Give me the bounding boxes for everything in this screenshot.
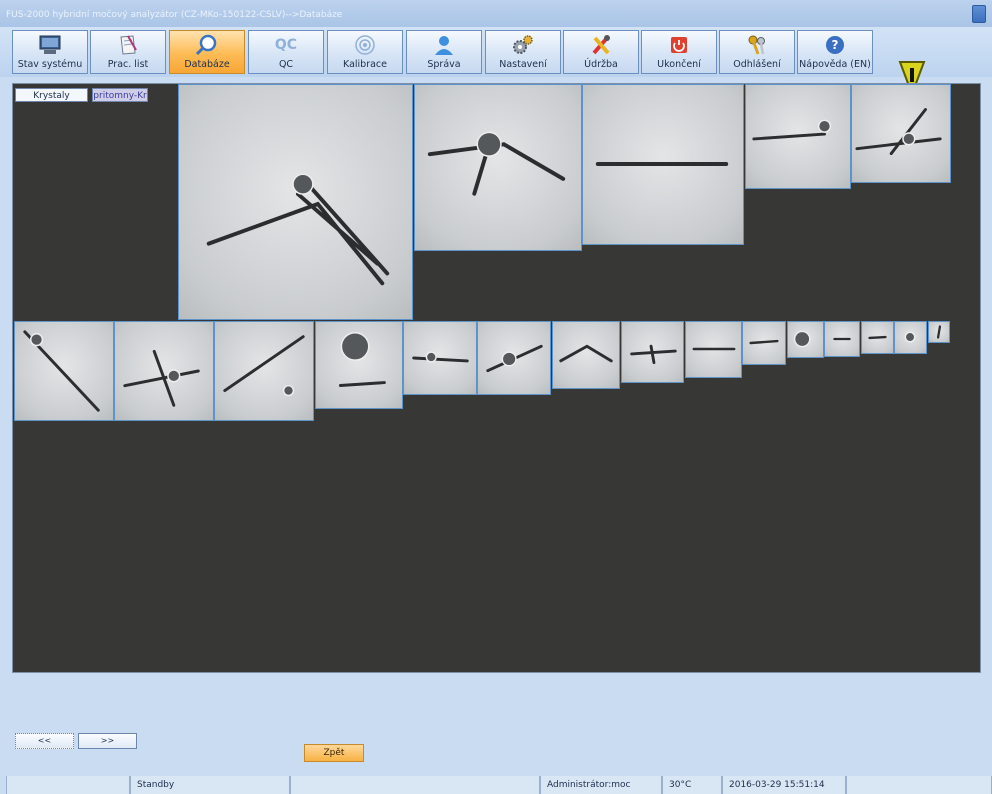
crystal-image-thumbnail[interactable] xyxy=(315,321,403,409)
window-menu-button[interactable] xyxy=(972,5,986,23)
toolbar-button-label: Údržba xyxy=(584,59,618,70)
crystal-micrograph xyxy=(936,325,942,339)
help-icon: ? xyxy=(826,36,844,54)
crystal-micrograph xyxy=(559,344,613,363)
crystal-image-thumbnail[interactable] xyxy=(742,321,786,365)
toolbar-button-system-status[interactable]: Stav systému xyxy=(12,30,88,74)
crystal-micrograph xyxy=(427,131,566,196)
keys-icon xyxy=(748,35,765,55)
crystal-micrograph xyxy=(749,339,779,345)
magnifier-icon xyxy=(195,34,217,56)
toolbar-button-maintenance[interactable]: Údržba xyxy=(563,30,639,74)
crystal-micrograph xyxy=(486,344,543,373)
status-bar: Standby Administrátor:moc 30°C 2016-03-2… xyxy=(6,776,992,794)
qc-icon: QC xyxy=(274,37,298,53)
toolbar-button-logout[interactable]: Odhlášení xyxy=(719,30,795,74)
status-cell-empty xyxy=(290,776,540,794)
crystal-image-thumbnail[interactable] xyxy=(414,84,582,251)
crystal-image-thumbnail[interactable] xyxy=(114,321,214,421)
status-user: Administrátor:moc xyxy=(540,776,662,794)
tab-crystals[interactable]: Krystaly xyxy=(15,88,88,102)
toolbar-button-label: Kalibrace xyxy=(343,59,387,70)
crystal-micrograph xyxy=(123,349,200,407)
toolbar-button-admin[interactable]: Správa xyxy=(406,30,482,74)
crystal-image-thumbnail[interactable] xyxy=(403,321,477,395)
window-title: FUS-2000 hybridní močový analyzátor (CZ-… xyxy=(6,10,343,20)
crystal-image-thumbnail[interactable] xyxy=(552,321,620,389)
crystal-image-thumbnail[interactable] xyxy=(787,321,824,358)
crystal-micrograph xyxy=(855,108,942,156)
monitor-icon xyxy=(39,35,61,54)
crystal-micrograph xyxy=(904,331,916,343)
status-cell-empty xyxy=(6,776,130,794)
crystal-micrograph xyxy=(630,344,677,365)
status-cell-empty xyxy=(846,776,992,794)
crystal-image-thumbnail[interactable] xyxy=(178,84,413,320)
crystal-image-thumbnail[interactable] xyxy=(685,321,742,378)
crystal-micrograph xyxy=(338,332,386,387)
crystal-image-thumbnail[interactable] xyxy=(582,84,744,245)
toolbar-button-label: Nápověda (EN) xyxy=(799,59,871,70)
crystal-image-thumbnail[interactable] xyxy=(214,321,314,421)
crystal-micrograph xyxy=(595,162,729,166)
toolbar-button-label: Správa xyxy=(427,59,461,70)
crystal-image-thumbnail[interactable] xyxy=(851,84,951,183)
crystal-image-thumbnail[interactable] xyxy=(861,321,894,354)
tab-present-crystals[interactable]: pritomny-Kr xyxy=(92,88,148,102)
toolbar-button-label: Nastavení xyxy=(499,59,547,70)
next-page-button[interactable]: >> xyxy=(78,733,137,749)
toolbar-button-qc[interactable]: QC QC xyxy=(248,30,324,74)
crystal-image-thumbnail[interactable] xyxy=(928,321,950,343)
status-datetime: 2016-03-29 15:51:14 xyxy=(722,776,846,794)
prev-page-button[interactable]: << xyxy=(15,733,74,749)
toolbar-button-label: Databáze xyxy=(184,59,230,70)
toolbar-button-label: Prac. list xyxy=(107,59,149,70)
status-state: Standby xyxy=(130,776,290,794)
crystal-micrograph xyxy=(833,337,851,341)
toolbar-button-label: Ukončení xyxy=(657,59,701,70)
toolbar-button-label: Odhlášení xyxy=(733,59,781,70)
toolbar-button-settings[interactable]: Nastavení xyxy=(485,30,561,74)
crystal-image-thumbnail[interactable] xyxy=(824,321,860,357)
crystal-image-thumbnail[interactable] xyxy=(894,321,927,354)
crystal-micrograph xyxy=(206,173,390,286)
status-temperature: 30°C xyxy=(662,776,722,794)
crystal-image-thumbnail[interactable] xyxy=(621,321,684,383)
toolbar-button-calibration[interactable]: Kalibrace xyxy=(327,30,403,74)
target-icon xyxy=(355,35,375,55)
toolbar-button-label: QC xyxy=(278,59,294,70)
toolbar-button-help[interactable]: ? Nápověda (EN) xyxy=(797,30,873,74)
crystal-micrograph xyxy=(223,335,305,397)
worklist-icon xyxy=(120,35,137,55)
toolbar-button-label: Stav systému xyxy=(17,59,83,70)
crystal-image-thumbnail[interactable] xyxy=(745,84,851,189)
gears-icon xyxy=(513,35,533,54)
crystal-micrograph xyxy=(692,347,736,351)
crystal-micrograph xyxy=(793,330,811,348)
crystal-image-viewer: Krystaly pritomny-Kr xyxy=(12,83,981,673)
crystal-micrograph xyxy=(868,335,887,340)
crystal-micrograph xyxy=(23,330,100,412)
crystal-micrograph xyxy=(412,351,469,363)
toolbar-button-exit[interactable]: Ukončení xyxy=(641,30,717,74)
toolbar-button-database[interactable]: Databáze xyxy=(169,30,245,74)
crystal-image-thumbnail[interactable] xyxy=(14,321,114,421)
main-toolbar: Stav systému Prac. list Databáze QC QC K… xyxy=(0,27,992,96)
crystal-image-thumbnail[interactable] xyxy=(477,321,551,395)
toolbar-button-worklist[interactable]: Prac. list xyxy=(90,30,166,74)
power-icon xyxy=(671,37,687,53)
back-button[interactable]: Zpět xyxy=(304,744,364,762)
title-bar: FUS-2000 hybridní močový analyzátor (CZ-… xyxy=(0,0,992,28)
crystal-micrograph xyxy=(752,119,832,141)
tools-icon xyxy=(592,35,610,55)
user-icon xyxy=(435,36,453,55)
